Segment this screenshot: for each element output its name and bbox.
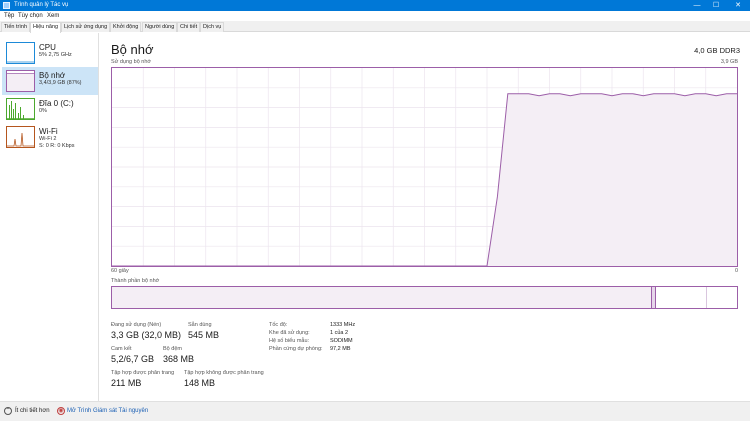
menu-view[interactable]: Xem: [47, 12, 59, 20]
nonpaged-pool-value: 148 MB: [184, 378, 216, 388]
menu-file[interactable]: Tệp: [4, 12, 14, 20]
speed-label: Tốc độ:: [269, 322, 288, 328]
available-value: 545 MB: [188, 330, 220, 340]
composition-segment[interactable]: [654, 287, 737, 308]
menu-options[interactable]: Tùy chọn: [18, 12, 43, 20]
tab-users[interactable]: Người dùng: [142, 22, 178, 32]
cached-label: Bộ đệm: [163, 346, 182, 352]
sidebar-cpu-name: CPU: [39, 43, 56, 52]
nonpaged-pool-label: Tập hợp không được phân trang: [184, 370, 264, 376]
cached-value: 368 MB: [163, 354, 195, 364]
sidebar-memory-name: Bộ nhớ: [39, 71, 66, 80]
paged-pool-value: 211 MB: [111, 378, 142, 388]
page-title: Bộ nhớ: [111, 42, 154, 57]
slots-used-label: Khe đã sử dụng:: [269, 330, 310, 336]
footer-bar: ⌃ Ít chi tiết hơn ◉ Mở Trình Giám sát Tà…: [0, 401, 750, 421]
sidebar-memory-detail: 3,4/3,9 GB (87%): [39, 80, 82, 86]
tab-processes[interactable]: Tiến trình: [1, 22, 31, 32]
in-use-label: Đang sử dụng (Nén): [111, 322, 162, 328]
maximize-button[interactable]: ☐: [707, 0, 725, 11]
open-resource-monitor-link[interactable]: Mở Trình Giám sát Tài nguyên: [67, 407, 148, 415]
sidebar-wifi-throughput: S: 0 R: 0 Kbps: [39, 143, 75, 149]
sidebar-item-memory[interactable]: Bộ nhớ 3,4/3,9 GB (87%): [2, 67, 98, 95]
sidebar-item-disk[interactable]: Đĩa 0 (C:) 0%: [2, 95, 98, 123]
graph-time-label: 60 giây: [111, 268, 129, 274]
task-manager-icon: [3, 2, 10, 9]
memory-spec: 4,0 GB DDR3: [694, 46, 740, 55]
composition-segment[interactable]: [112, 287, 651, 308]
wifi-thumbnail-graph: [6, 126, 35, 148]
speed-value: 1333 MHz: [330, 322, 356, 328]
form-factor-label: Hệ số biểu mẫu:: [269, 338, 310, 344]
committed-value: 5,2/6,7 GB: [111, 354, 155, 364]
form-factor-value: SODIMM: [330, 338, 353, 344]
available-label: Sẵn dùng: [188, 322, 212, 328]
sidebar-wifi-name: Wi-Fi: [39, 127, 58, 136]
memory-thumbnail-graph: [6, 70, 35, 92]
sidebar-disk-name: Đĩa 0 (C:): [39, 99, 74, 108]
menu-bar: Tệp Tùy chọn Xem: [0, 11, 750, 21]
memory-usage-graph: [111, 67, 738, 267]
graph-time-zero-label: 0: [735, 268, 739, 274]
minimize-button[interactable]: —: [688, 0, 706, 11]
sidebar-wifi-adapter: Wi-Fi 2: [39, 136, 57, 142]
close-button[interactable]: ✕: [729, 0, 747, 11]
in-use-value: 3,3 GB (32,0 MB): [111, 330, 182, 340]
sidebar-item-cpu[interactable]: CPU 5% 2,75 GHz: [2, 39, 98, 67]
disk-thumbnail-graph: [6, 98, 35, 120]
window-title: Trình quản lý Tác vụ: [14, 2, 69, 8]
resource-monitor-icon[interactable]: ◉: [57, 407, 65, 415]
fewer-details-link[interactable]: Ít chi tiết hơn: [15, 407, 50, 415]
paged-pool-label: Tập hợp được phân trang: [111, 370, 175, 376]
hardware-reserved-value: 97,2 MB: [330, 346, 351, 352]
tab-performance[interactable]: Hiệu năng: [30, 22, 62, 33]
tab-services[interactable]: Dịch vụ: [200, 22, 225, 32]
tab-details[interactable]: Chi tiết: [177, 22, 201, 32]
cpu-thumbnail-graph: [6, 42, 35, 64]
composition-divider: [705, 287, 707, 308]
memory-usage-chart: [112, 68, 737, 266]
sidebar-cpu-detail: 5% 2,75 GHz: [39, 52, 72, 58]
composition-label: Thành phần bộ nhớ: [111, 278, 160, 284]
memory-composition-bar[interactable]: [111, 286, 738, 309]
sidebar-item-wifi[interactable]: Wi-Fi Wi-Fi 2 S: 0 R: 0 Kbps: [2, 123, 98, 151]
tab-strip: Tiến trình Hiệu năng Lịch sử ứng dụng Kh…: [0, 21, 750, 33]
chevron-up-icon[interactable]: ⌃: [4, 407, 12, 415]
tab-startup[interactable]: Khởi động: [110, 22, 142, 32]
resource-sidebar: CPU 5% 2,75 GHz Bộ nhớ 3,4/3,9 GB (87%) …: [0, 33, 99, 401]
slots-used-value: 1 của 2: [330, 330, 349, 336]
graph-usage-label: Sử dụng bộ nhớ: [111, 59, 152, 65]
graph-max-label: 3,9 GB: [720, 59, 738, 65]
title-bar: Trình quản lý Tác vụ — ☐ ✕: [0, 0, 750, 11]
sidebar-disk-detail: 0%: [39, 108, 47, 114]
hardware-reserved-label: Phần cứng dự phòng:: [269, 346, 323, 352]
tab-app-history[interactable]: Lịch sử ứng dụng: [61, 22, 111, 32]
committed-label: Cam kết: [111, 346, 132, 352]
